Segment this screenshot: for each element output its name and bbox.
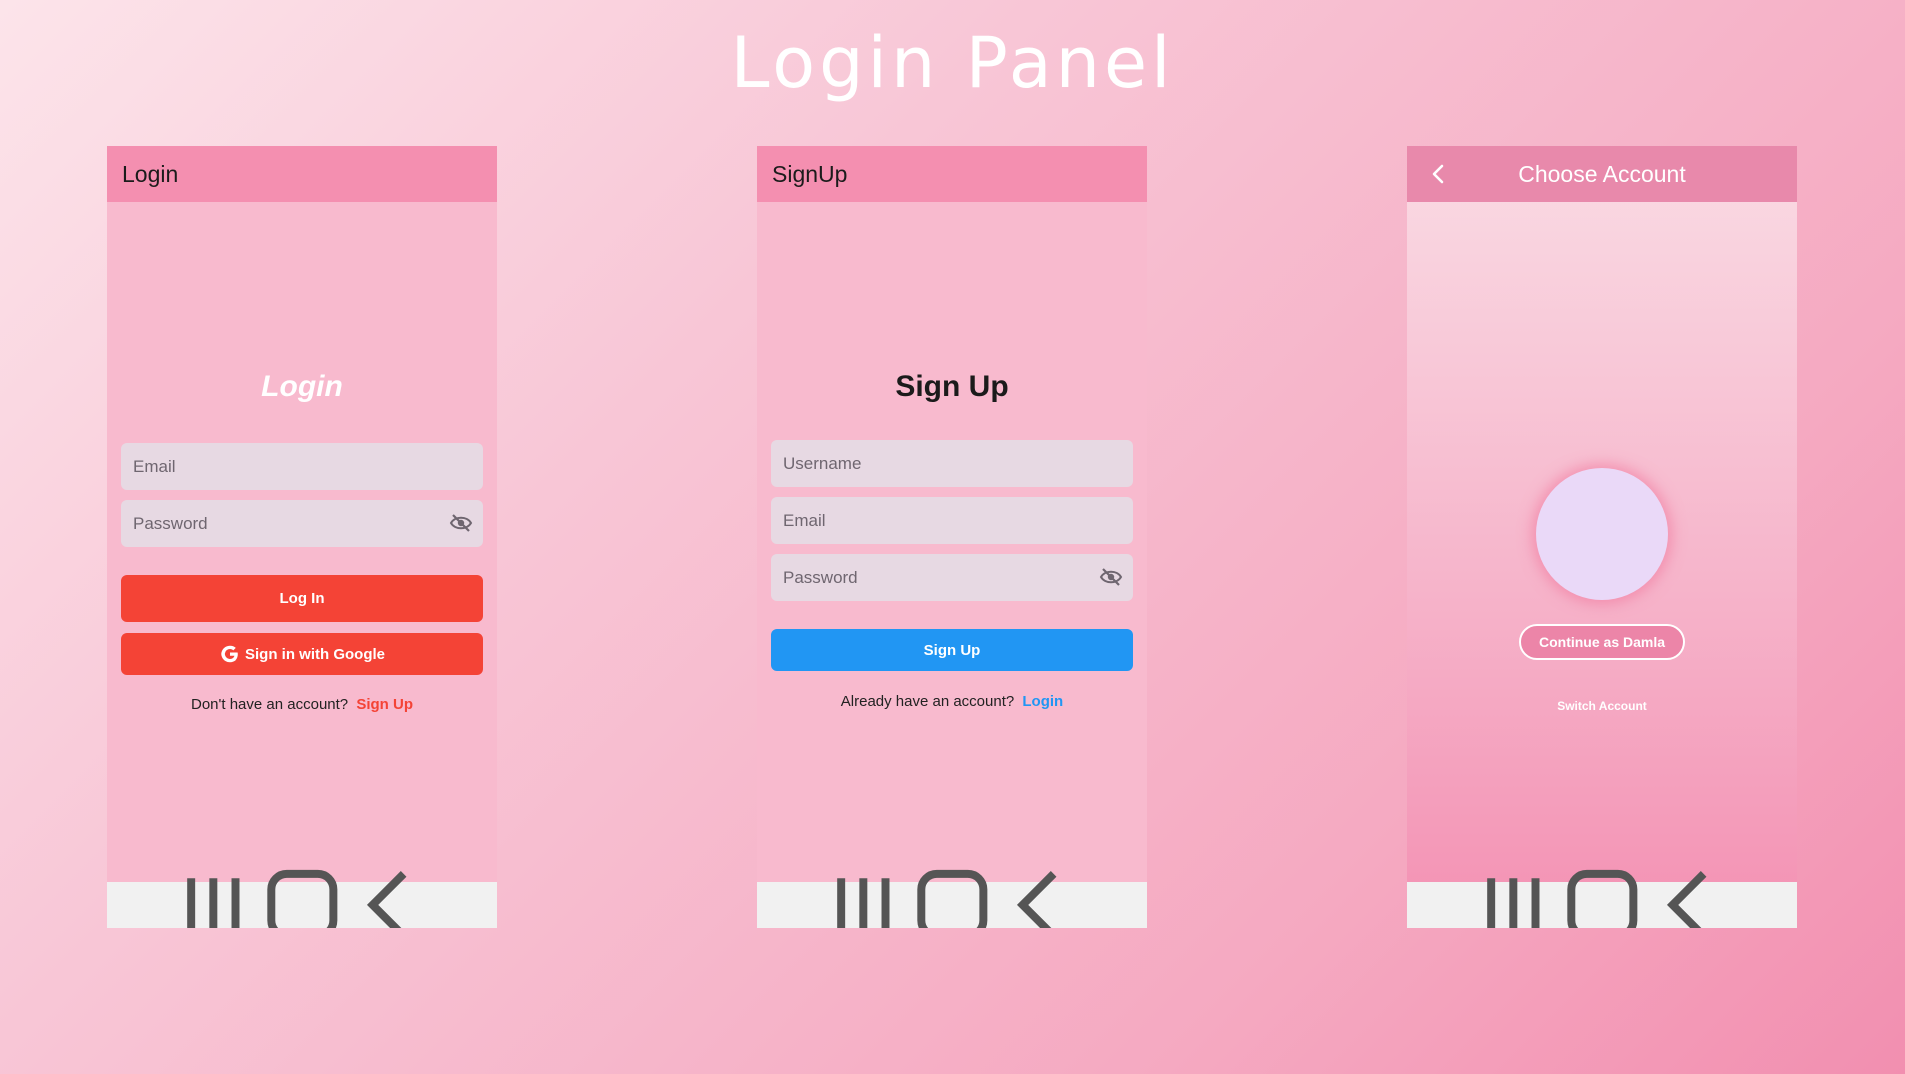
choose-appbar-title: Choose Account (1518, 160, 1686, 187)
login-footer: Don't have an account? Sign Up (107, 696, 497, 713)
email-placeholder: Email (133, 456, 176, 476)
back-nav-icon[interactable] (1646, 865, 1735, 928)
login-button-label: Log In (279, 590, 325, 607)
login-link[interactable]: Login (1022, 693, 1063, 710)
login-form-title: Login (261, 370, 343, 403)
choose-appbar: Choose Account (1407, 146, 1797, 202)
signup-appbar: SignUp (757, 146, 1147, 202)
email-field[interactable]: Email (121, 443, 483, 490)
login-button[interactable]: Log In (121, 575, 483, 622)
google-signin-button[interactable]: Sign in with Google (121, 633, 483, 675)
home-icon[interactable] (1558, 865, 1647, 928)
signup-password-field[interactable]: Password (771, 554, 1133, 601)
login-screen: Login Login Email Password Log In Sign i… (107, 146, 497, 928)
google-g-icon (221, 645, 238, 663)
choose-account-screen: Choose Account Continue as Damla Switch … (1407, 146, 1797, 928)
password-field[interactable]: Password (121, 500, 483, 547)
signup-appbar-title: SignUp (772, 160, 848, 187)
signup-screen: SignUp Sign Up Username Email Password S… (757, 146, 1147, 928)
eye-off-icon[interactable] (1099, 566, 1123, 588)
chevron-left-icon[interactable] (1425, 160, 1451, 188)
username-placeholder: Username (783, 453, 862, 473)
choose-navbar (1407, 869, 1797, 928)
password-placeholder: Password (133, 513, 208, 533)
continue-button[interactable]: Continue as Damla (1519, 624, 1685, 660)
google-button-label: Sign in with Google (245, 645, 385, 663)
signup-button-label: Sign Up (923, 641, 981, 659)
signup-footer-prompt: Already have an account? (840, 693, 1015, 710)
login-appbar: Login (107, 146, 497, 202)
login-footer-prompt: Don't have an account? (191, 696, 349, 713)
login-appbar-title: Login (122, 160, 179, 187)
signup-navbar (757, 869, 1147, 928)
continue-button-label: Continue as Damla (1538, 634, 1666, 650)
eye-off-icon[interactable] (449, 512, 473, 534)
recents-icon[interactable] (1469, 865, 1558, 928)
avatar (1536, 468, 1668, 600)
login-navbar (107, 869, 497, 928)
signup-footer: Already have an account? Login (757, 693, 1147, 710)
switch-account-link[interactable]: Switch Account (1407, 699, 1797, 713)
back-nav-icon[interactable] (996, 865, 1085, 928)
signup-email-field[interactable]: Email (771, 497, 1133, 544)
page-title: Login Panel (730, 22, 1175, 104)
recents-icon[interactable] (169, 865, 258, 928)
signup-password-placeholder: Password (783, 567, 858, 587)
home-icon[interactable] (908, 865, 997, 928)
signup-button[interactable]: Sign Up (771, 629, 1133, 671)
signup-form-title: Sign Up (895, 370, 1009, 403)
back-nav-icon[interactable] (346, 865, 435, 928)
username-field[interactable]: Username (771, 440, 1133, 487)
recents-icon[interactable] (819, 865, 908, 928)
signup-email-placeholder: Email (783, 510, 826, 530)
home-icon[interactable] (258, 865, 347, 928)
signup-link[interactable]: Sign Up (356, 696, 413, 713)
